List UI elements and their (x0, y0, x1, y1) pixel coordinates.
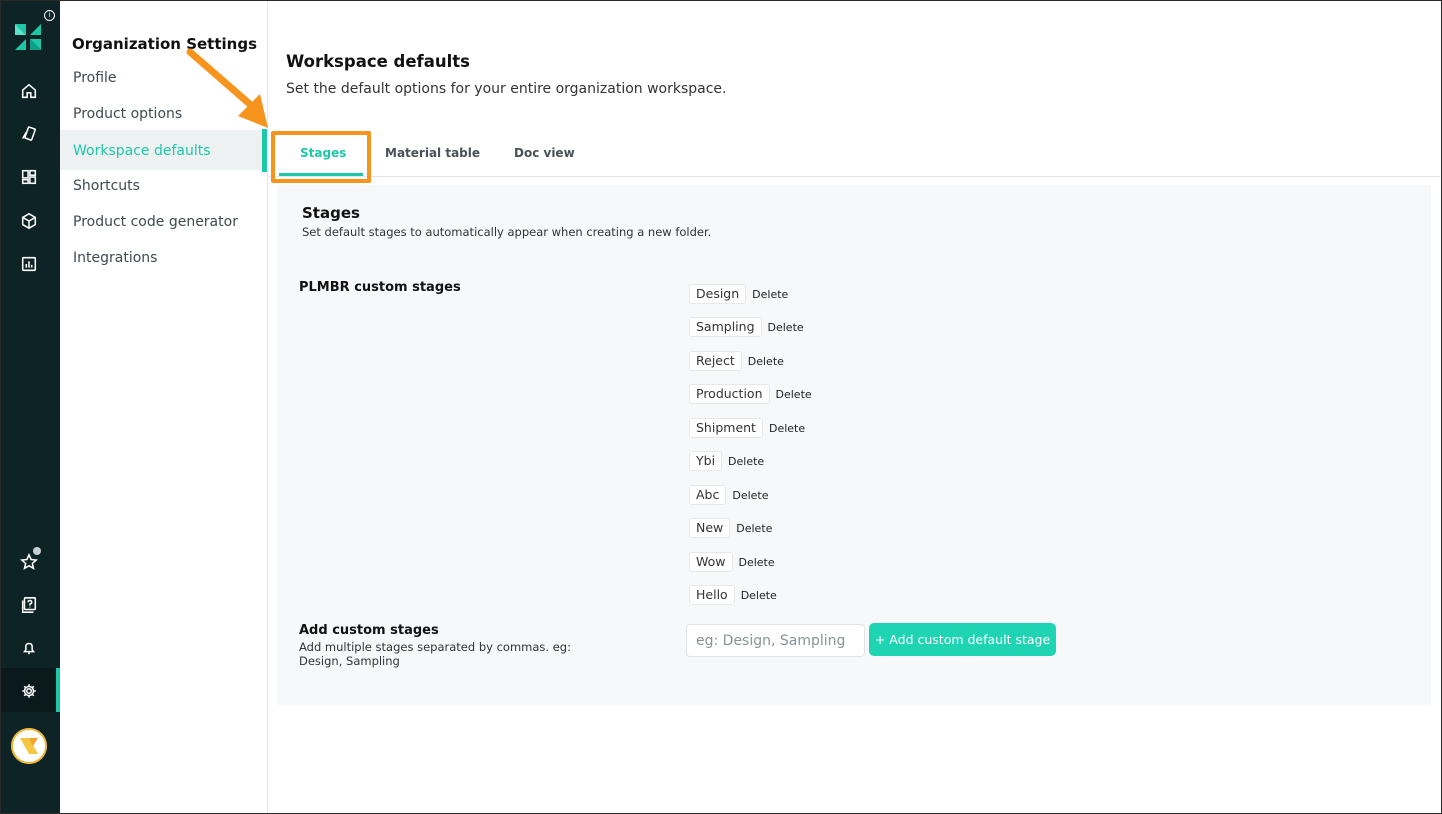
stage-chip: Sampling (689, 317, 762, 337)
home-icon[interactable] (18, 80, 40, 102)
stage-chip: Hello (689, 585, 735, 605)
stage-delete-button[interactable]: Delete (769, 422, 805, 435)
stage-row: Reject Delete (689, 351, 784, 371)
dashboard-icon[interactable] (18, 166, 40, 188)
stages-title: Stages (302, 204, 360, 222)
stage-chip: Abc (689, 485, 727, 505)
custom-stages-label: PLMBR custom stages (299, 280, 461, 295)
stage-row: Production Delete (689, 384, 812, 404)
stage-chip: Wow (689, 552, 733, 572)
pointer-arrow-icon (186, 48, 268, 128)
stage-delete-button[interactable]: Delete (732, 489, 768, 502)
tab-material-table[interactable]: Material table (385, 146, 480, 160)
stage-delete-button[interactable]: Delete (752, 288, 788, 301)
add-stages-help: Add multiple stages separated by commas.… (299, 640, 571, 668)
stage-row: Abc Delete (689, 485, 769, 505)
info-icon[interactable]: i (44, 10, 55, 21)
tag-icon[interactable] (18, 123, 40, 145)
tab-doc-view[interactable]: Doc view (514, 146, 575, 160)
stage-delete-button[interactable]: Delete (739, 556, 775, 569)
custom-stage-input[interactable] (686, 624, 865, 657)
stage-chip: New (689, 518, 731, 538)
chart-icon[interactable] (18, 253, 40, 275)
stage-row: Wow Delete (689, 552, 775, 572)
stage-row: Ybi Delete (689, 451, 764, 471)
gear-icon[interactable] (18, 680, 40, 702)
stage-chip: Design (689, 284, 747, 304)
stage-row: Shipment Delete (689, 418, 805, 438)
stage-delete-button[interactable]: Delete (776, 388, 812, 401)
stage-delete-button[interactable]: Delete (728, 455, 764, 468)
stage-chip: Reject (689, 351, 742, 371)
stage-chip: Shipment (689, 418, 763, 438)
stage-delete-button[interactable]: Delete (736, 522, 772, 535)
add-custom-stage-button[interactable]: + Add custom default stage (869, 623, 1056, 656)
stage-row: Sampling Delete (689, 317, 804, 337)
nav-item-integrations[interactable]: Integrations (60, 240, 268, 276)
stage-delete-button[interactable]: Delete (741, 589, 777, 602)
stage-row: New Delete (689, 518, 772, 538)
nav-item-shortcuts[interactable]: Shortcuts (60, 168, 268, 204)
stage-chip: Production (689, 384, 770, 404)
avatar[interactable] (11, 728, 47, 764)
stage-delete-button[interactable]: Delete (748, 355, 784, 368)
stages-description: Set default stages to automatically appe… (302, 225, 712, 239)
bell-icon[interactable] (18, 637, 40, 659)
add-stages-label: Add custom stages (299, 623, 439, 638)
page-subtitle: Set the default options for your entire … (286, 81, 727, 97)
notification-dot (33, 547, 41, 555)
box-icon[interactable] (18, 210, 40, 232)
page-title: Workspace defaults (286, 52, 470, 71)
stage-chip: Ybi (689, 451, 723, 471)
stage-row: Design Delete (689, 284, 788, 304)
app-rail: i (0, 0, 60, 814)
nav-item-product-code-generator[interactable]: Product code generator (60, 204, 268, 240)
help-icon[interactable] (18, 594, 40, 616)
tabs-divider (268, 176, 1440, 177)
stage-delete-button[interactable]: Delete (768, 321, 804, 334)
stage-row: Hello Delete (689, 585, 777, 605)
logo-icon[interactable] (13, 22, 43, 52)
